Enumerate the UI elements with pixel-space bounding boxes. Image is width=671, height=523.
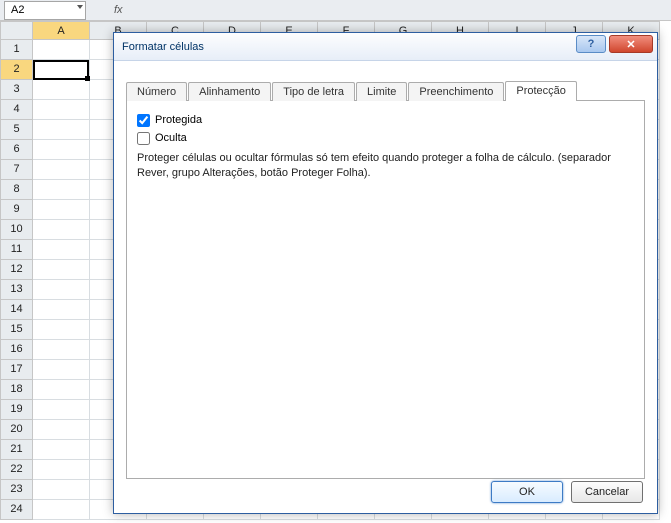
name-box-value: A2 bbox=[11, 4, 24, 16]
checkbox-row-protegida[interactable]: Protegida bbox=[137, 111, 634, 129]
row-header[interactable]: 23 bbox=[0, 480, 33, 500]
checkbox-row-oculta[interactable]: Oculta bbox=[137, 129, 634, 147]
row-header[interactable]: 21 bbox=[0, 440, 33, 460]
row-header[interactable]: 6 bbox=[0, 140, 33, 160]
close-button[interactable]: ✕ bbox=[609, 35, 653, 53]
row-header[interactable]: 15 bbox=[0, 320, 33, 340]
checkbox-oculta-label: Oculta bbox=[155, 132, 187, 144]
dialog-tabs: Número Alinhamento Tipo de letra Limite … bbox=[126, 77, 645, 101]
cell[interactable] bbox=[33, 140, 90, 160]
checkbox-protegida-label: Protegida bbox=[155, 114, 202, 126]
checkbox-protegida[interactable] bbox=[137, 114, 150, 127]
cell[interactable] bbox=[33, 220, 90, 240]
row-header[interactable]: 17 bbox=[0, 360, 33, 380]
cell[interactable] bbox=[33, 180, 90, 200]
select-all-corner[interactable] bbox=[0, 21, 33, 40]
cell[interactable] bbox=[33, 360, 90, 380]
cell[interactable] bbox=[33, 40, 90, 60]
cell[interactable] bbox=[33, 380, 90, 400]
row-header[interactable]: 13 bbox=[0, 280, 33, 300]
cell[interactable] bbox=[33, 280, 90, 300]
cell[interactable] bbox=[33, 300, 90, 320]
column-header[interactable]: A bbox=[33, 21, 90, 40]
row-headers: 123456789101112131415161718192021222324 bbox=[0, 21, 33, 520]
cell[interactable] bbox=[33, 100, 90, 120]
row-header[interactable]: 3 bbox=[0, 80, 33, 100]
row-header[interactable]: 14 bbox=[0, 300, 33, 320]
row-header[interactable]: 24 bbox=[0, 500, 33, 520]
cell[interactable] bbox=[33, 440, 90, 460]
row-header[interactable]: 8 bbox=[0, 180, 33, 200]
tab-alinhamento[interactable]: Alinhamento bbox=[188, 82, 271, 101]
cell[interactable] bbox=[33, 160, 90, 180]
ok-button[interactable]: OK bbox=[491, 481, 563, 503]
row-header[interactable]: 1 bbox=[0, 40, 33, 60]
tab-limite[interactable]: Limite bbox=[356, 82, 407, 101]
dialog-titlebar[interactable]: Formatar células ? ✕ bbox=[114, 33, 657, 61]
cell[interactable] bbox=[33, 80, 90, 100]
active-cell[interactable] bbox=[33, 60, 89, 80]
cell[interactable] bbox=[33, 120, 90, 140]
protection-description: Proteger células ou ocultar fórmulas só … bbox=[137, 151, 634, 181]
checkbox-oculta[interactable] bbox=[137, 132, 150, 145]
tab-tipo-de-letra[interactable]: Tipo de letra bbox=[272, 82, 355, 101]
cancel-button[interactable]: Cancelar bbox=[571, 481, 643, 503]
tab-preenchimento[interactable]: Preenchimento bbox=[408, 82, 504, 101]
row-header[interactable]: 4 bbox=[0, 100, 33, 120]
row-header[interactable]: 7 bbox=[0, 160, 33, 180]
cell[interactable] bbox=[33, 260, 90, 280]
row-header[interactable]: 2 bbox=[0, 60, 33, 80]
tab-numero[interactable]: Número bbox=[126, 82, 187, 101]
cell[interactable] bbox=[33, 460, 90, 480]
help-icon: ? bbox=[588, 38, 595, 50]
close-icon: ✕ bbox=[626, 38, 635, 51]
name-box[interactable]: A2 bbox=[4, 1, 86, 20]
row-header[interactable]: 18 bbox=[0, 380, 33, 400]
fx-icon[interactable]: fx bbox=[114, 4, 123, 16]
tab-panel-proteccao: Protegida Oculta Proteger células ou ocu… bbox=[126, 101, 645, 479]
cell[interactable] bbox=[33, 200, 90, 220]
row-header[interactable]: 16 bbox=[0, 340, 33, 360]
row-header[interactable]: 22 bbox=[0, 460, 33, 480]
row-header[interactable]: 5 bbox=[0, 120, 33, 140]
row-header[interactable]: 9 bbox=[0, 200, 33, 220]
tab-proteccao[interactable]: Protecção bbox=[505, 81, 577, 101]
chevron-down-icon[interactable] bbox=[77, 5, 83, 9]
cell[interactable] bbox=[33, 480, 90, 500]
row-header[interactable]: 10 bbox=[0, 220, 33, 240]
help-button[interactable]: ? bbox=[576, 35, 606, 53]
row-header[interactable]: 20 bbox=[0, 420, 33, 440]
formula-bar: A2 fx bbox=[0, 0, 671, 21]
format-cells-dialog: Formatar células ? ✕ Número Alinhamento … bbox=[113, 32, 658, 514]
cell[interactable] bbox=[33, 320, 90, 340]
cell[interactable] bbox=[33, 400, 90, 420]
row-header[interactable]: 11 bbox=[0, 240, 33, 260]
cell[interactable] bbox=[33, 340, 90, 360]
dialog-title: Formatar células bbox=[122, 41, 204, 53]
cell[interactable] bbox=[33, 500, 90, 520]
row-header[interactable]: 12 bbox=[0, 260, 33, 280]
cell[interactable] bbox=[33, 240, 90, 260]
cell[interactable] bbox=[33, 420, 90, 440]
row-header[interactable]: 19 bbox=[0, 400, 33, 420]
